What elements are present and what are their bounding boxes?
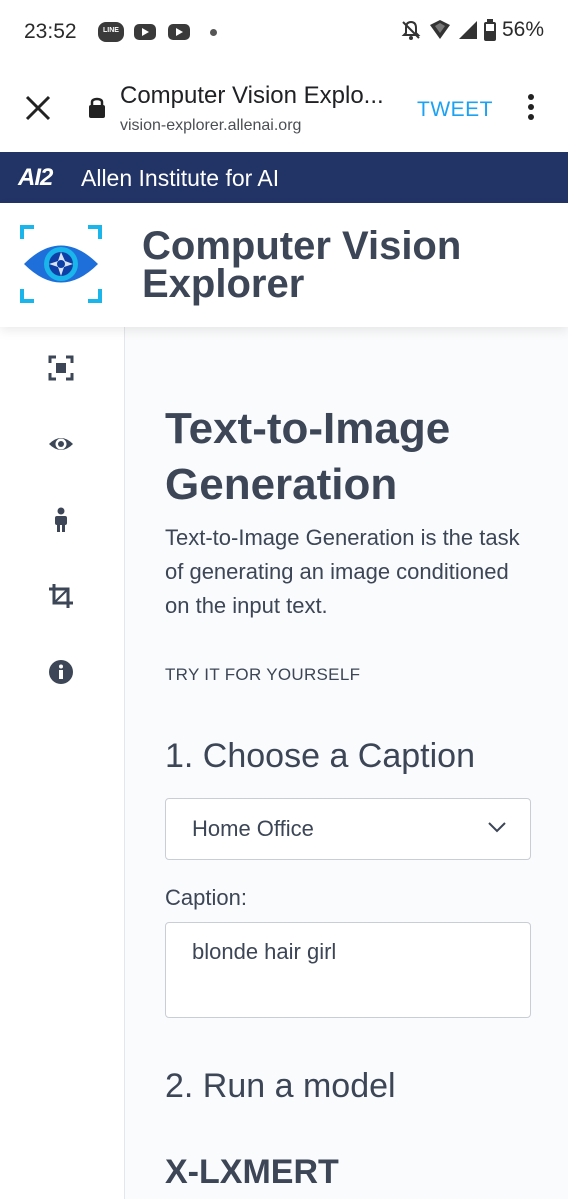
sidebar-nav [0, 327, 125, 1199]
more-notifications-dot-icon [210, 29, 217, 36]
more-options-icon[interactable] [526, 94, 536, 124]
crop-icon[interactable] [48, 583, 74, 609]
step-run-model-heading: 2. Run a model [165, 1067, 396, 1105]
tweet-button[interactable]: TWEET [417, 98, 493, 122]
page-heading: Text-to-Image Generation [165, 404, 451, 509]
info-icon[interactable] [48, 659, 74, 685]
app-logo-icon[interactable] [20, 225, 102, 303]
ai2-logo[interactable]: AI2 [18, 164, 53, 192]
org-name[interactable]: Allen Institute for AI [81, 165, 279, 192]
lock-icon [89, 97, 105, 118]
wifi-icon [429, 20, 450, 39]
line-app-icon: LINE [98, 22, 124, 42]
app-title[interactable]: Computer Vision Explorer [142, 226, 542, 304]
caption-select-value: Home Office [192, 816, 314, 841]
browser-toolbar: Computer Vision Explo... vision-explorer… [0, 66, 568, 152]
caption-textarea[interactable]: blonde hair girl [165, 922, 531, 1018]
main-content: Text-to-Image Generation Text-to-Image G… [125, 327, 568, 1199]
detection-icon[interactable] [48, 355, 74, 381]
person-icon[interactable] [48, 507, 74, 533]
youtube-icon [168, 24, 190, 40]
caption-text: blonde hair girl [192, 939, 337, 964]
bell-off-icon [401, 20, 421, 40]
caption-select[interactable]: Home Office [165, 798, 531, 860]
eye-icon[interactable] [48, 431, 74, 457]
caption-label: Caption: [165, 885, 247, 910]
close-icon[interactable] [24, 94, 52, 122]
step-choose-caption-heading: 1. Choose a Caption [165, 737, 475, 775]
signal-icon [458, 21, 477, 39]
chevron-down-icon [488, 822, 506, 833]
status-time: 23:52 [24, 20, 77, 43]
task-description: Text-to-Image Generation is the task of … [165, 525, 520, 618]
line-icon-label: LINE [103, 27, 119, 34]
youtube-icon [134, 24, 156, 40]
ai2-banner[interactable]: AI2 Allen Institute for AI [0, 152, 568, 203]
try-it-label: TRY IT FOR YOURSELF [165, 665, 361, 684]
status-right: 56% [400, 18, 544, 42]
battery-icon [483, 19, 496, 41]
app-header: Computer Vision Explorer [0, 203, 568, 327]
page-url[interactable]: vision-explorer.allenai.org [120, 117, 301, 135]
battery-percent: 56% [501, 18, 544, 41]
status-bar: 23:52 LINE 56% [0, 0, 568, 66]
page-title: Computer Vision Explo... [120, 82, 384, 109]
model-name: X-LXMERT [165, 1153, 339, 1191]
